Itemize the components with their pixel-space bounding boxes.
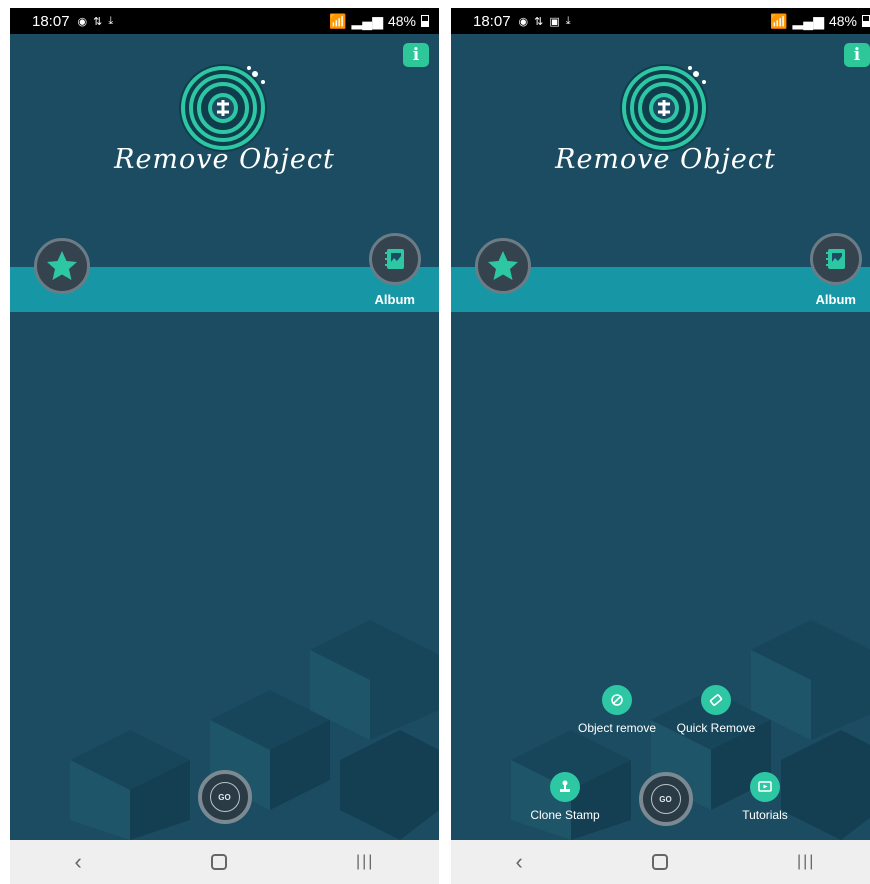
notification-icon: ◉	[518, 15, 529, 28]
battery-icon	[862, 15, 870, 27]
status-bar: 18:07 ◉ ⇅ ⤓ 📶 ▂▄▆ 48%	[10, 8, 439, 34]
star-icon	[488, 251, 518, 280]
battery-percent: 48%	[387, 13, 416, 29]
status-right: 📶 ▂▄▆ 48%	[329, 13, 429, 30]
status-icons: ◉ ⇅ ⤓	[78, 15, 114, 28]
status-icons: ◉ ⇅ ▣ ⤓	[519, 15, 571, 28]
album-icon	[385, 249, 404, 269]
quick-remove-button[interactable]: Quick Remove	[673, 685, 759, 735]
info-icon[interactable]: i	[403, 43, 429, 67]
status-time: 18:07	[473, 12, 511, 30]
signal-icon: ▂▄▆	[351, 12, 383, 29]
signal-icon: ▂▄▆	[792, 12, 824, 29]
album-button[interactable]	[369, 233, 421, 285]
object-remove-label: Object remove	[577, 721, 657, 735]
favorites-button[interactable]	[475, 238, 531, 294]
tutorials-button[interactable]: Tutorials	[735, 772, 795, 822]
tutorials-label: Tutorials	[742, 808, 788, 822]
recents-icon[interactable]: |||	[356, 853, 374, 871]
star-icon	[47, 251, 77, 280]
download-done-icon: ⤓	[108, 14, 114, 27]
home-icon[interactable]	[651, 854, 668, 870]
clone-stamp-label: Clone Stamp	[530, 808, 600, 822]
wifi-icon: 📶	[770, 12, 788, 29]
go-button[interactable]: GO	[197, 770, 252, 824]
battery-percent: 48%	[828, 13, 857, 29]
clone-stamp-button[interactable]: Clone Stamp	[525, 772, 605, 822]
home-icon[interactable]	[210, 854, 227, 870]
album-label[interactable]: Album	[816, 292, 856, 307]
object-remove-button[interactable]: Object remove	[572, 685, 662, 735]
status-right: 📶 ▂▄▆ 48%	[770, 13, 870, 30]
favorites-button[interactable]	[34, 238, 90, 294]
album-label[interactable]: Album	[375, 292, 415, 307]
back-icon[interactable]: ‹	[516, 849, 523, 875]
go-button[interactable]: GO	[638, 772, 693, 826]
eraser-icon	[701, 685, 731, 715]
system-nav-bar: ‹ |||	[10, 840, 439, 884]
status-bar: 18:07 ◉ ⇅ ▣ ⤓ 📶 ▂▄▆ 48%	[451, 8, 870, 34]
go-label: GO	[209, 782, 240, 812]
object-remove-icon	[602, 685, 632, 715]
tutorials-icon	[750, 772, 780, 802]
wifi-icon: 📶	[329, 12, 347, 29]
download-done-icon: ⤓	[565, 14, 571, 27]
data-speed-icon: ⇅	[93, 15, 103, 28]
clone-stamp-icon	[550, 772, 580, 802]
recents-icon[interactable]: |||	[797, 853, 815, 871]
phone-screen-right: 18:07 ◉ ⇅ ▣ ⤓ 📶 ▂▄▆ 48% i Remove Object	[451, 8, 870, 884]
album-button[interactable]	[810, 233, 862, 285]
notification-icon: ◉	[77, 15, 88, 28]
data-speed-icon: ⇅	[534, 15, 544, 28]
album-icon	[826, 249, 845, 269]
status-time: 18:07	[32, 12, 70, 30]
battery-icon	[421, 15, 429, 27]
app-title: Remove Object	[114, 144, 335, 175]
phone-screen-left: 18:07 ◉ ⇅ ⤓ 📶 ▂▄▆ 48% i Remove Object Al…	[10, 8, 439, 884]
logo-icon	[178, 64, 267, 152]
quick-remove-label: Quick Remove	[676, 721, 756, 735]
app-title: Remove Object	[555, 144, 776, 175]
logo-icon	[619, 64, 708, 152]
go-label: GO	[650, 784, 681, 814]
image-icon: ▣	[549, 15, 560, 28]
system-nav-bar: ‹ |||	[451, 840, 870, 884]
info-icon[interactable]: i	[844, 43, 870, 67]
back-icon[interactable]: ‹	[75, 849, 82, 875]
